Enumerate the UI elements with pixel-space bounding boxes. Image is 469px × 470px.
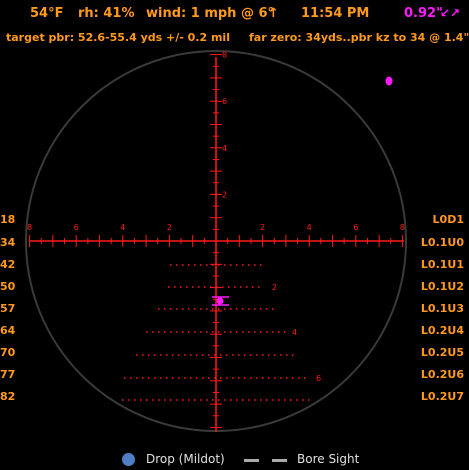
v-tick-label: 4 [222, 144, 227, 153]
hold-label: L0.2U5 [420, 346, 464, 359]
impact-point [216, 297, 224, 305]
reticle: 8 6 4 2 2 4 6 8 8 6 4 2 2 4 6 [25, 50, 407, 432]
range-label: 34 [0, 236, 16, 249]
v-tick-label: 8 [222, 51, 227, 60]
range-label: 50 [0, 280, 16, 293]
hold-label: L0.2U7 [420, 390, 464, 403]
scope-view: 54°F rh: 41% wind: 1 mph @ 6° ↑ 11:54 PM… [0, 0, 469, 470]
hold-label: L0.2U6 [420, 368, 464, 381]
legend: Drop (Mildot) Bore Sight [0, 448, 469, 470]
range-label: 77 [0, 368, 16, 381]
h-tick-label: 4 [120, 223, 125, 232]
hold-label: L0.1U2 [420, 280, 464, 293]
v-tick-label: 6 [222, 97, 227, 106]
hold-label: L0.1U0 [420, 236, 464, 249]
h-tick-label: 2 [167, 223, 172, 232]
bore-legend-swatch[interactable] [244, 459, 259, 462]
range-label: 64 [0, 324, 16, 337]
hold-label: L0.1U1 [420, 258, 464, 271]
bore-legend-label[interactable]: Bore Sight [297, 452, 359, 466]
v-tick-label: 2 [222, 190, 227, 199]
h-tick-label: 8 [400, 223, 405, 232]
h-tick-label: 8 [27, 223, 32, 232]
range-label: 57 [0, 302, 16, 315]
drop-label: 4 [292, 328, 297, 337]
drop-label: 2 [272, 283, 277, 292]
drop-label: 6 [316, 374, 321, 383]
drop-legend-swatch[interactable] [122, 453, 135, 466]
bore-legend-swatch[interactable] [272, 459, 287, 462]
hold-label: L0.1U3 [420, 302, 464, 315]
hold-label: L0.2U4 [420, 324, 464, 337]
target-dot [385, 76, 393, 86]
h-tick-label: 6 [353, 223, 358, 232]
hold-label: L0D1 [432, 213, 464, 226]
range-label: 42 [0, 258, 16, 271]
range-label: 70 [0, 346, 16, 359]
h-tick-label: 2 [260, 223, 265, 232]
drop-legend-label[interactable]: Drop (Mildot) [146, 452, 225, 466]
h-tick-label: 4 [307, 223, 312, 232]
range-label: 82 [0, 390, 16, 403]
range-label: 18 [0, 213, 16, 226]
h-tick-label: 6 [74, 223, 79, 232]
